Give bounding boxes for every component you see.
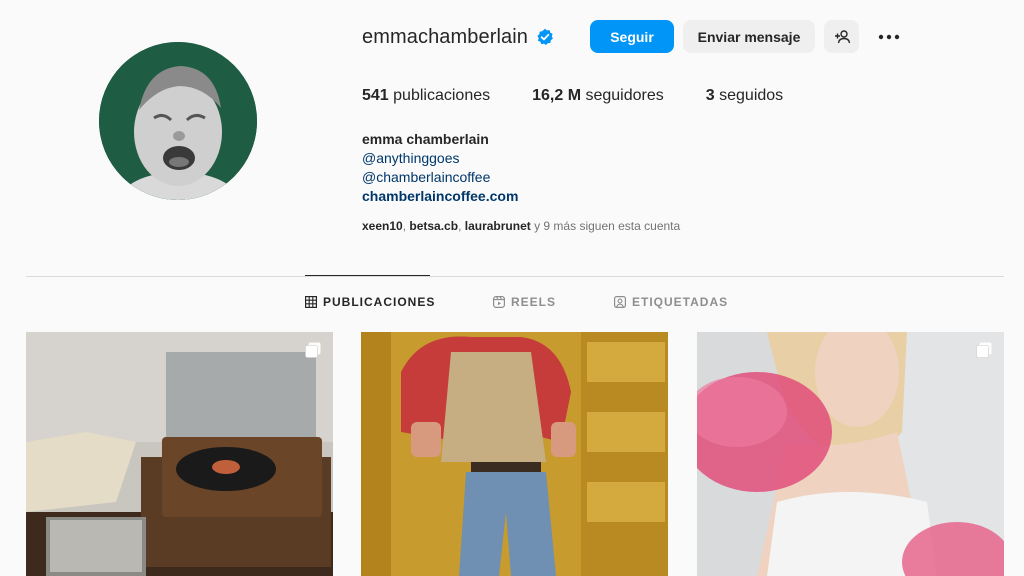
- tab-etiquetadas[interactable]: ETIQUETADAS: [614, 295, 728, 309]
- followed-by[interactable]: xeen10, betsa.cb, laurabrunet y 9 más si…: [362, 219, 680, 233]
- bio-mention-anythinggoes[interactable]: @anythinggoes: [362, 149, 518, 168]
- username: emmachamberlain: [362, 25, 529, 48]
- section-divider: [26, 276, 1004, 277]
- post-image-portrait-roses: [697, 332, 1004, 576]
- tagged-icon: [614, 296, 627, 309]
- tab-reels[interactable]: REELS: [493, 295, 556, 309]
- following-link[interactable]: 3 seguidos: [706, 87, 783, 105]
- posts-count: 541 publicaciones: [362, 87, 491, 104]
- post-thumbnail[interactable]: [361, 332, 668, 576]
- carousel-icon: [976, 342, 992, 358]
- follow-button[interactable]: Seguir: [590, 20, 674, 53]
- followed-by-user: xeen10: [362, 219, 403, 233]
- profile-stats: 541 publicaciones 16,2 M seguidores 3 se…: [362, 87, 825, 105]
- followed-by-suffix: y 9 más siguen esta cuenta: [534, 219, 681, 233]
- post-thumbnail[interactable]: [26, 332, 333, 576]
- verified-badge-icon: [536, 28, 554, 46]
- add-person-icon: [834, 29, 850, 43]
- bio-mention-chamberlaincoffee[interactable]: @chamberlaincoffee: [362, 168, 518, 187]
- post-image-record-player: [26, 332, 333, 576]
- grid-icon: [305, 296, 318, 309]
- full-name: emma chamberlain: [362, 131, 489, 147]
- carousel-icon: [305, 342, 321, 358]
- followed-by-user: betsa.cb: [409, 219, 459, 233]
- tab-publicaciones[interactable]: PUBLICACIONES: [305, 295, 435, 309]
- followed-by-user: laurabrunet: [464, 219, 531, 233]
- profile-bio: emma chamberlain @anythinggoes @chamberl…: [362, 130, 518, 206]
- active-tab-indicator: [305, 275, 430, 276]
- suggested-accounts-button[interactable]: [824, 20, 859, 53]
- send-message-button[interactable]: Enviar mensaje: [683, 20, 815, 53]
- profile-header: emmachamberlain: [362, 20, 554, 54]
- more-options-icon: [878, 34, 900, 39]
- profile-tabs: PUBLICACIONES REELS ETIQUETADAS: [0, 295, 1024, 313]
- more-options-button[interactable]: [872, 20, 906, 53]
- avatar-image: [99, 42, 257, 200]
- profile-avatar[interactable]: [99, 42, 257, 200]
- reels-icon: [493, 296, 506, 309]
- post-image-western-outfit: [361, 332, 668, 576]
- followers-link[interactable]: 16,2 M seguidores: [532, 87, 664, 105]
- bio-website-link[interactable]: chamberlaincoffee.com: [362, 187, 518, 206]
- post-thumbnail[interactable]: [697, 332, 1004, 576]
